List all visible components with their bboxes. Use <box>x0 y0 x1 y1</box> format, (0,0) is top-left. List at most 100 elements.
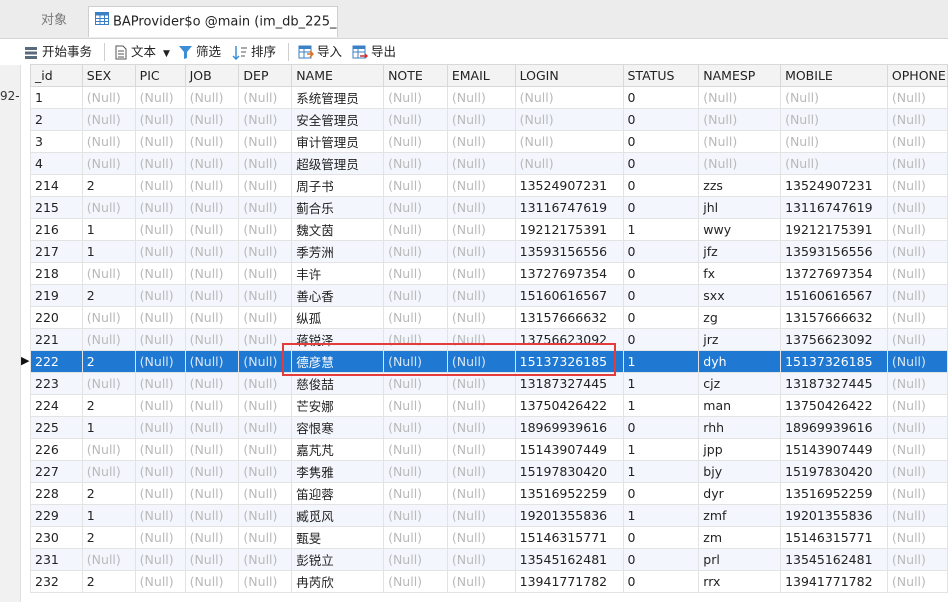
column-header-id[interactable]: _id <box>30 64 83 87</box>
cell-id[interactable]: 218 <box>30 262 83 285</box>
cell-sex[interactable]: (Null) <box>81 306 136 329</box>
cell-note[interactable]: (Null) <box>383 240 448 263</box>
table-row[interactable]: 4 (Null) (Null) (Null) (Null) 超级管理员 (Null) (Nul… <box>30 152 948 175</box>
cell-name[interactable]: 审计管理员 <box>291 130 385 153</box>
cell-pic[interactable]: (Null) <box>134 240 186 263</box>
cell-sex[interactable]: (Null) <box>81 130 136 153</box>
cell-status[interactable]: 1 <box>622 438 700 461</box>
cell-sex[interactable]: (Null) <box>81 196 136 219</box>
cell-login[interactable]: (Null) <box>514 130 624 153</box>
cell-mobile[interactable]: (Null) <box>780 130 888 153</box>
cell-status[interactable]: 1 <box>622 394 700 417</box>
column-header-status[interactable]: STATUS <box>622 64 700 87</box>
cell-status[interactable]: 1 <box>622 460 700 483</box>
cell-name[interactable]: 周子书 <box>291 174 385 197</box>
cell-email[interactable]: (Null) <box>446 86 516 109</box>
cell-login[interactable]: 15146315771 <box>514 526 624 549</box>
cell-mobile[interactable]: 15160616567 <box>780 284 888 307</box>
begin-transaction-button[interactable]: 开始事务 <box>24 39 92 65</box>
cell-ophone[interactable]: (Null) <box>886 460 948 483</box>
cell-ophone[interactable]: (Null) <box>886 196 948 219</box>
cell-job[interactable]: (Null) <box>184 504 240 527</box>
column-header-email[interactable]: EMAIL <box>446 64 516 87</box>
cell-mobile[interactable]: (Null) <box>780 86 888 109</box>
cell-job[interactable]: (Null) <box>184 460 240 483</box>
cell-note[interactable]: (Null) <box>383 372 448 395</box>
cell-pic[interactable]: (Null) <box>134 306 186 329</box>
column-header-mobile[interactable]: MOBILE <box>780 64 888 87</box>
cell-ophone[interactable]: (Null) <box>886 174 948 197</box>
cell-id[interactable]: 228 <box>30 482 83 505</box>
cell-status[interactable]: 0 <box>622 196 700 219</box>
cell-login[interactable]: 13593156556 <box>514 240 624 263</box>
cell-email[interactable]: (Null) <box>446 240 516 263</box>
cell-dep[interactable]: (Null) <box>238 240 293 263</box>
cell-ophone[interactable]: (Null) <box>886 548 948 571</box>
cell-job[interactable]: (Null) <box>184 372 240 395</box>
cell-pic[interactable]: (Null) <box>134 86 186 109</box>
cell-email[interactable]: (Null) <box>446 196 516 219</box>
cell-id[interactable]: 220 <box>30 306 83 329</box>
cell-email[interactable]: (Null) <box>446 218 516 241</box>
cell-pic[interactable]: (Null) <box>134 350 186 373</box>
cell-note[interactable]: (Null) <box>383 86 448 109</box>
cell-namesp[interactable]: fx <box>698 262 782 285</box>
cell-sex[interactable]: 2 <box>81 174 136 197</box>
cell-ophone[interactable]: (Null) <box>886 130 948 153</box>
cell-namesp[interactable]: (Null) <box>698 130 782 153</box>
cell-dep[interactable]: (Null) <box>238 86 293 109</box>
cell-login[interactable]: 18969939616 <box>514 416 624 439</box>
cell-namesp[interactable]: jfz <box>698 240 782 263</box>
cell-email[interactable]: (Null) <box>446 394 516 417</box>
cell-mobile[interactable]: 15143907449 <box>780 438 888 461</box>
cell-job[interactable]: (Null) <box>184 284 240 307</box>
cell-login[interactable]: 13941771782 <box>514 570 624 593</box>
cell-id[interactable]: 231 <box>30 548 83 571</box>
cell-note[interactable]: (Null) <box>383 548 448 571</box>
cell-status[interactable]: 0 <box>622 570 700 593</box>
cell-namesp[interactable]: zzs <box>698 174 782 197</box>
cell-login[interactable]: 15137326185 <box>514 350 624 373</box>
cell-name[interactable]: 笛迎蓉 <box>291 482 385 505</box>
cell-login[interactable]: 13756623092 <box>514 328 624 351</box>
cell-dep[interactable]: (Null) <box>238 438 293 461</box>
cell-sex[interactable]: (Null) <box>81 438 136 461</box>
cell-name[interactable]: 甄旻 <box>291 526 385 549</box>
cell-job[interactable]: (Null) <box>184 196 240 219</box>
cell-status[interactable]: 0 <box>622 526 700 549</box>
cell-mobile[interactable]: 15146315771 <box>780 526 888 549</box>
cell-status[interactable]: 1 <box>622 372 700 395</box>
cell-sex[interactable]: 1 <box>81 240 136 263</box>
table-row-selected[interactable]: 222 2 (Null) (Null) (Null) 德彦慧 (Null) (Null) 151… <box>30 350 948 373</box>
table-row[interactable]: 230 2 (Null) (Null) (Null) 甄旻 (Null) (Null) 1514… <box>30 526 948 549</box>
cell-name[interactable]: 彭锐立 <box>291 548 385 571</box>
cell-job[interactable]: (Null) <box>184 262 240 285</box>
cell-note[interactable]: (Null) <box>383 174 448 197</box>
cell-dep[interactable]: (Null) <box>238 416 293 439</box>
cell-login[interactable]: (Null) <box>514 108 624 131</box>
cell-dep[interactable]: (Null) <box>238 504 293 527</box>
cell-ophone[interactable]: (Null) <box>886 570 948 593</box>
cell-note[interactable]: (Null) <box>383 262 448 285</box>
column-header-dep[interactable]: DEP <box>238 64 293 87</box>
cell-sex[interactable]: 2 <box>81 482 136 505</box>
cell-id[interactable]: 227 <box>30 460 83 483</box>
cell-name[interactable]: 蓟合乐 <box>291 196 385 219</box>
cell-job[interactable]: (Null) <box>184 306 240 329</box>
cell-pic[interactable]: (Null) <box>134 504 186 527</box>
cell-pic[interactable]: (Null) <box>134 416 186 439</box>
table-row[interactable]: 226 (Null) (Null) (Null) (Null) 嘉芃芃 (Null) (Nul… <box>30 438 948 461</box>
cell-ophone[interactable]: (Null) <box>886 416 948 439</box>
cell-name[interactable]: 超级管理员 <box>291 152 385 175</box>
cell-ophone[interactable]: (Null) <box>886 372 948 395</box>
cell-email[interactable]: (Null) <box>446 482 516 505</box>
cell-email[interactable]: (Null) <box>446 460 516 483</box>
cell-ophone[interactable]: (Null) <box>886 438 948 461</box>
column-header-ophone[interactable]: OPHONE <box>886 64 948 87</box>
cell-sex[interactable]: (Null) <box>81 152 136 175</box>
cell-email[interactable]: (Null) <box>446 548 516 571</box>
cell-login[interactable]: 13545162481 <box>514 548 624 571</box>
cell-mobile[interactable]: 13756623092 <box>780 328 888 351</box>
cell-status[interactable]: 0 <box>622 108 700 131</box>
cell-namesp[interactable]: zm <box>698 526 782 549</box>
